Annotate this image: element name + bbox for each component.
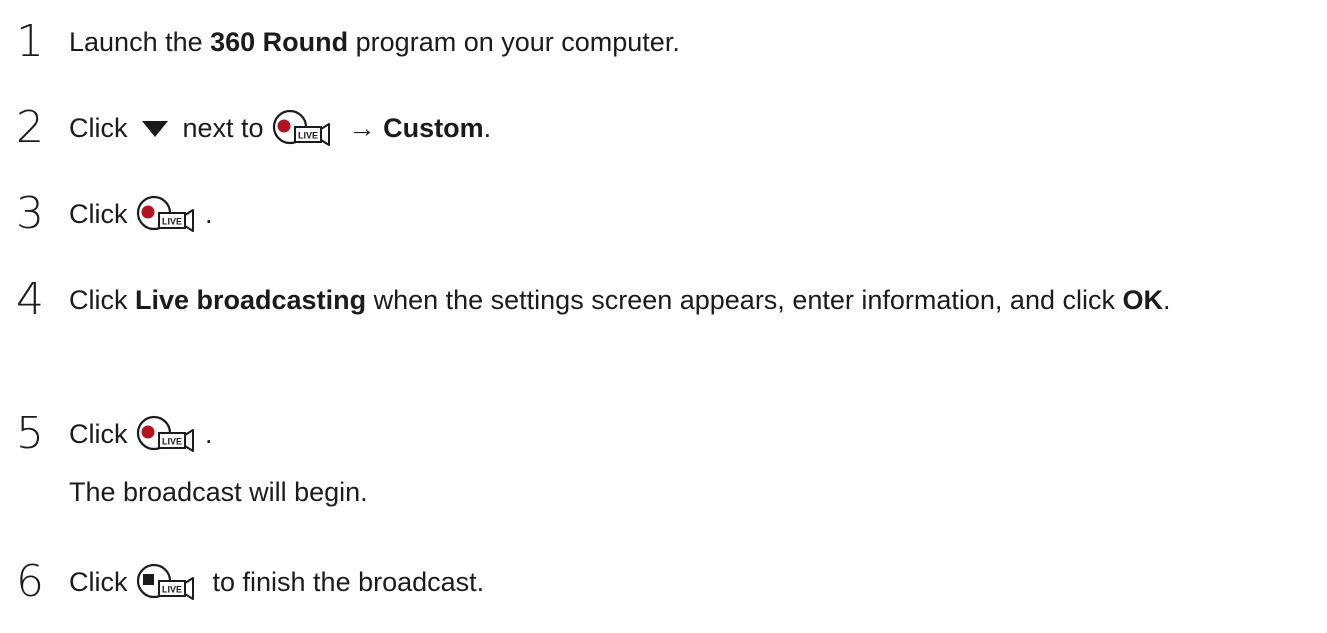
svg-text:LIVE: LIVE — [162, 436, 182, 446]
live-record-icon: LIVE — [136, 195, 194, 232]
step-number: 3 — [16, 188, 44, 239]
step-text-part: Click — [69, 419, 135, 449]
step-text-part: → — [341, 113, 384, 143]
svg-text:LIVE: LIVE — [298, 130, 318, 140]
step-text-part: program on your computer. — [348, 27, 680, 57]
step-number: 1 — [16, 16, 44, 67]
step-number: 4 — [16, 274, 44, 325]
step-text-part: Click — [69, 567, 135, 597]
step-text: Click Live broadcasting when the setting… — [69, 280, 1317, 320]
step-text: Click LIVE . — [69, 194, 1313, 236]
menu-option-name: Custom — [383, 113, 484, 143]
step-text-part: . — [483, 113, 492, 143]
step-text: Click LIVE to finish the broadcast. — [69, 562, 1313, 604]
option-name: Live broadcasting — [135, 285, 367, 315]
step-text-part: when the settings screen appears, enter … — [366, 285, 1123, 315]
step-number: 6 — [16, 556, 44, 607]
step-number: 5 — [16, 408, 44, 459]
step-number: 2 — [16, 102, 44, 153]
step-text: Click next to LIVE → Custom. — [69, 108, 1313, 150]
step-text-part: Click — [69, 113, 135, 143]
svg-text:LIVE: LIVE — [162, 584, 182, 594]
step-text-part: . — [1162, 285, 1171, 315]
step-text-part: to finish the broadcast. — [205, 567, 485, 597]
step-text-part: Launch the — [69, 27, 211, 57]
step-text: Launch the 360 Round program on your com… — [69, 22, 1313, 62]
step-text-part: next to — [175, 113, 272, 143]
live-record-icon: LIVE — [136, 415, 194, 452]
live-stop-icon: LIVE — [136, 563, 194, 600]
step-text-part: Click — [69, 199, 135, 229]
step-text-part: . — [205, 419, 213, 449]
ok-label: OK — [1122, 285, 1163, 315]
step-text-part: . — [205, 199, 213, 229]
svg-text:LIVE: LIVE — [162, 216, 182, 226]
program-name: 360 Round — [210, 27, 349, 57]
dropdown-triangle-icon — [142, 120, 168, 137]
step-note: The broadcast will begin. — [69, 477, 368, 507]
step-text: Click LIVE . — [69, 414, 1313, 456]
live-record-icon: LIVE — [272, 109, 331, 146]
step-text-part: Click — [69, 285, 135, 315]
